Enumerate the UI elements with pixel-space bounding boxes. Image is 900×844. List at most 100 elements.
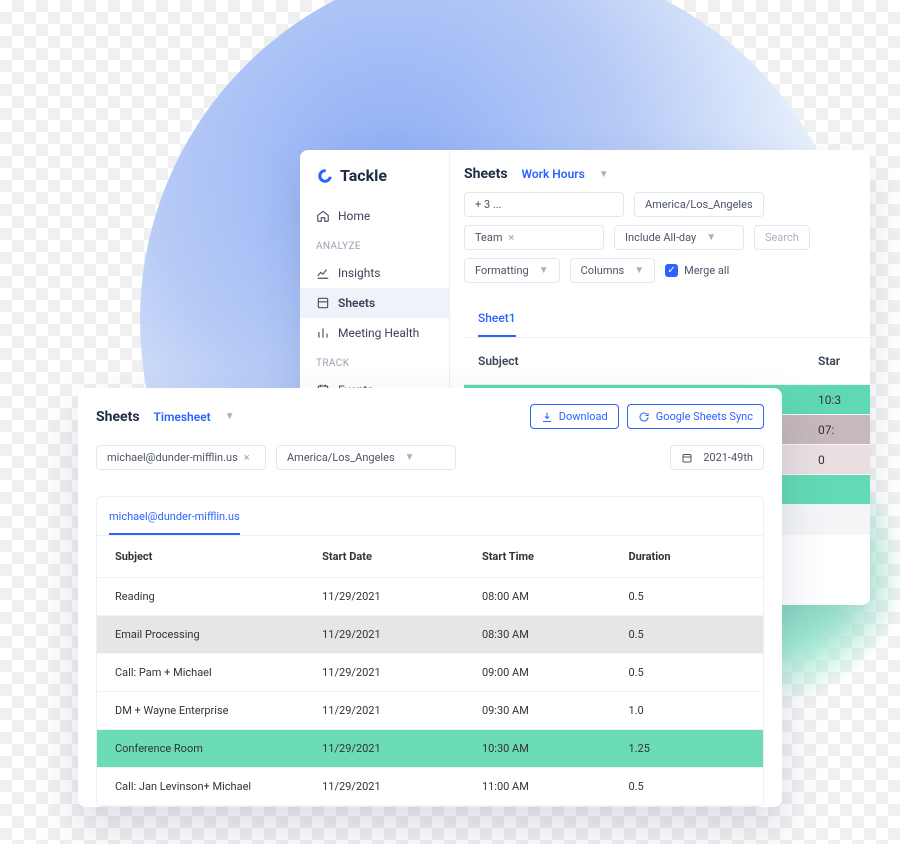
column-header-start-date[interactable]: Start Date bbox=[310, 536, 470, 578]
table-row[interactable]: DM + Wayne Enterprise 11/29/2021 09:30 A… bbox=[97, 692, 763, 730]
cell-duration: 0.5 bbox=[616, 768, 763, 806]
select-label: Columns bbox=[581, 264, 625, 277]
allday-select[interactable]: Include All-day ▼ bbox=[614, 225, 744, 250]
cell-subject: Call: Jan Levinson+ Michael bbox=[97, 768, 310, 806]
chevron-down-icon: ▼ bbox=[634, 265, 644, 276]
cell-duration: 0.5 bbox=[616, 616, 763, 654]
tab-sheet1[interactable]: Sheet1 bbox=[478, 303, 516, 337]
cell-duration: 0.5 bbox=[616, 654, 763, 692]
sidebar-group-analyze: ANALYZE bbox=[300, 231, 449, 258]
table-row[interactable]: Email Processing 11/29/2021 08:30 AM 0.5 bbox=[97, 616, 763, 654]
cell-subject: DM + Wayne Enterprise bbox=[97, 692, 310, 730]
tab-user[interactable]: michael@dunder-mifflin.us bbox=[109, 510, 240, 535]
email-filter-chip[interactable]: michael@dunder-mifflin.us × bbox=[96, 445, 266, 470]
column-header-subject[interactable]: Subject bbox=[464, 338, 804, 384]
cell-subject: Call: Pam + Michael bbox=[97, 654, 310, 692]
sync-icon bbox=[638, 411, 650, 423]
sheet-tabs: Sheet1 bbox=[464, 303, 870, 338]
ts-header: Sheets Timesheet ▼ Download Google Sheet… bbox=[96, 404, 764, 429]
table-row[interactable]: Conference Room 11/29/2021 10:30 AM 1.25 bbox=[97, 730, 763, 768]
chip-label: Team bbox=[475, 231, 503, 244]
table-row[interactable]: Reading 11/29/2021 08:00 AM 0.5 bbox=[97, 578, 763, 616]
table-header-row: Subject Star bbox=[464, 338, 870, 385]
checkbox-checked-icon: ✓ bbox=[665, 264, 678, 277]
google-sheets-sync-button[interactable]: Google Sheets Sync bbox=[627, 404, 764, 429]
merge-all-checkbox[interactable]: ✓ Merge all bbox=[665, 258, 729, 283]
close-icon[interactable]: × bbox=[244, 451, 250, 464]
week-picker[interactable]: 2021-49th bbox=[670, 445, 764, 470]
home-icon bbox=[316, 209, 330, 223]
columns-select[interactable]: Columns ▼ bbox=[570, 258, 655, 283]
download-icon bbox=[541, 411, 553, 423]
download-button[interactable]: Download bbox=[530, 404, 619, 429]
search-input[interactable]: Search bbox=[754, 225, 810, 250]
table-header-row: Subject Start Date Start Time Duration bbox=[97, 536, 763, 578]
column-header-start-time[interactable]: Start Time bbox=[470, 536, 617, 578]
chevron-down-icon: ▼ bbox=[405, 452, 415, 463]
formatting-select[interactable]: Formatting ▼ bbox=[464, 258, 560, 283]
app-window-timesheet: Sheets Timesheet ▼ Download Google Sheet… bbox=[78, 388, 782, 807]
brand: Tackle bbox=[300, 166, 449, 201]
timezone-select[interactable]: America/Los_Angeles bbox=[634, 192, 764, 217]
sidebar-item-sheets[interactable]: Sheets bbox=[300, 288, 449, 318]
table-tabs: michael@dunder-mifflin.us bbox=[97, 497, 763, 536]
sidebar-item-home[interactable]: Home bbox=[300, 201, 449, 231]
timezone-label: America/Los_Angeles bbox=[645, 198, 753, 211]
cell-start: 0 bbox=[804, 453, 870, 467]
select-label: Include All-day bbox=[625, 231, 696, 244]
sidebar-item-label: Meeting Health bbox=[338, 326, 419, 340]
chart-line-icon bbox=[316, 266, 330, 280]
team-filter-chip[interactable]: Team × bbox=[464, 225, 604, 250]
table-row[interactable]: Call: Jan Levinson+ Michael 11/29/2021 1… bbox=[97, 768, 763, 806]
people-filter-chip[interactable]: + 3 ... bbox=[464, 192, 624, 217]
cell-date: 11/29/2021 bbox=[310, 654, 470, 692]
cell-start: 07: bbox=[804, 423, 870, 437]
brand-text: Tackle bbox=[340, 166, 387, 185]
cell-time: 09:30 AM bbox=[470, 692, 617, 730]
tackle-logo-icon bbox=[316, 167, 334, 185]
timezone-select[interactable]: America/Los_Angeles ▼ bbox=[276, 445, 456, 470]
cell-date: 11/29/2021 bbox=[310, 692, 470, 730]
sheet-icon bbox=[316, 296, 330, 310]
cell-date: 11/29/2021 bbox=[310, 730, 470, 768]
cell-time: 08:00 AM bbox=[470, 578, 617, 616]
chip-label: michael@dunder-mifflin.us bbox=[107, 451, 238, 464]
chevron-down-icon[interactable]: ▼ bbox=[225, 411, 235, 422]
button-label: Download bbox=[559, 410, 608, 423]
sidebar-item-label: Home bbox=[338, 209, 370, 223]
search-placeholder: Search bbox=[765, 231, 799, 244]
cell-duration: 1.25 bbox=[616, 730, 763, 768]
sidebar-item-insights[interactable]: Insights bbox=[300, 258, 449, 288]
cell-time: 09:00 AM bbox=[470, 654, 617, 692]
column-header-start[interactable]: Star bbox=[804, 338, 870, 384]
sidebar-item-meeting-health[interactable]: Meeting Health bbox=[300, 318, 449, 348]
cell-time: 10:30 AM bbox=[470, 730, 617, 768]
cell-date: 11/29/2021 bbox=[310, 578, 470, 616]
week-label: 2021-49th bbox=[703, 451, 753, 464]
view-selector[interactable]: Work Hours bbox=[522, 167, 585, 181]
cell-time: 11:00 AM bbox=[470, 768, 617, 806]
chevron-down-icon: ▼ bbox=[539, 265, 549, 276]
cell-date: 11/29/2021 bbox=[310, 768, 470, 806]
view-selector[interactable]: Timesheet bbox=[154, 410, 211, 424]
ts-filter-row: michael@dunder-mifflin.us × America/Los_… bbox=[96, 445, 764, 470]
main-header: Sheets Work Hours ▼ bbox=[464, 162, 870, 192]
button-label: Google Sheets Sync bbox=[656, 410, 753, 423]
cell-subject: Conference Room bbox=[97, 730, 310, 768]
cell-start: 10:3 bbox=[804, 393, 870, 407]
bar-chart-icon bbox=[316, 326, 330, 340]
select-label: Formatting bbox=[475, 264, 529, 277]
sidebar-group-track: TRACK bbox=[300, 348, 449, 375]
chip-label: + 3 ... bbox=[475, 198, 502, 211]
column-header-subject[interactable]: Subject bbox=[97, 536, 310, 578]
cell-duration: 0.5 bbox=[616, 578, 763, 616]
timesheet-table: michael@dunder-mifflin.us Subject Start … bbox=[96, 496, 764, 807]
cell-subject: Email Processing bbox=[97, 616, 310, 654]
column-header-duration[interactable]: Duration bbox=[616, 536, 763, 578]
close-icon[interactable]: × bbox=[509, 231, 515, 244]
table-row[interactable]: Call: Pam + Michael 11/29/2021 09:00 AM … bbox=[97, 654, 763, 692]
calendar-icon bbox=[681, 452, 693, 464]
chevron-down-icon[interactable]: ▼ bbox=[599, 169, 609, 180]
cell-time: 08:30 AM bbox=[470, 616, 617, 654]
page-title: Sheets bbox=[464, 166, 508, 182]
